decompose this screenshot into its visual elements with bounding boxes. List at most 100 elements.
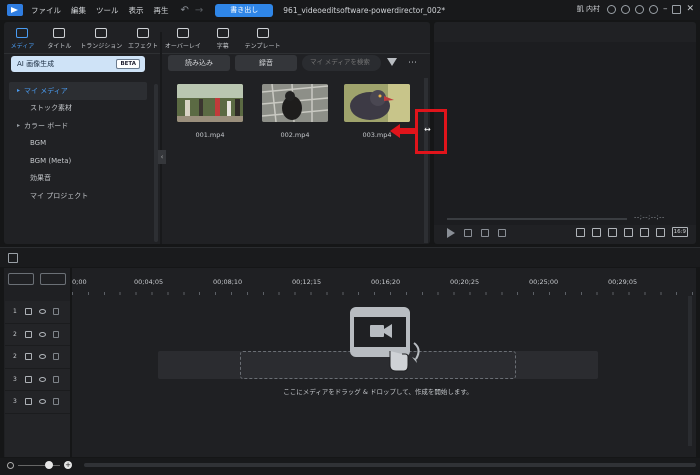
media-thumbnail-002[interactable] xyxy=(262,84,328,122)
visibility-icon[interactable] xyxy=(39,376,46,382)
timeline-toggle-icon[interactable] xyxy=(8,253,18,263)
ruler-label: 00;08;10 xyxy=(213,278,243,286)
timeline-tools xyxy=(8,273,66,285)
collapse-sidebar-button[interactable]: ‹ xyxy=(158,150,166,164)
timeline-ruler[interactable]: 0;00 00;04;05 00;08;10 00;12;15 00;16;20… xyxy=(72,278,694,292)
account-icon[interactable] xyxy=(606,4,616,14)
sidebar-item-color-board[interactable]: ▸ カラー ボード xyxy=(9,117,147,135)
stop-icon[interactable] xyxy=(464,229,472,237)
maximize-icon[interactable] xyxy=(672,4,682,14)
track-header[interactable]: 3 xyxy=(5,391,70,414)
sidebar-item-my-media[interactable]: ▸ マイ メディア xyxy=(9,82,147,100)
preview-tools: 16:9 xyxy=(575,227,688,237)
track-header[interactable]: 2 xyxy=(5,324,70,346)
snapshot-icon[interactable] xyxy=(591,227,601,237)
media-scrollbar[interactable] xyxy=(424,78,428,243)
sidebar-item-bgm[interactable]: BGM xyxy=(9,135,147,153)
timeline-horizontal-scrollbar[interactable] xyxy=(84,463,696,467)
tab-media[interactable]: メディア xyxy=(4,24,41,50)
media-thumbnail-001[interactable] xyxy=(177,84,243,122)
ruler-label: 00;16;20 xyxy=(371,278,401,286)
track-header[interactable]: 2 xyxy=(5,346,70,369)
zoom-out-icon[interactable] xyxy=(7,462,14,469)
notification-icon[interactable] xyxy=(620,4,630,14)
visibility-icon[interactable] xyxy=(39,399,46,405)
media-thumbnail-003[interactable] xyxy=(344,84,410,122)
previous-frame-icon[interactable] xyxy=(481,229,489,237)
timeline-divider[interactable] xyxy=(70,268,72,457)
sidebar-item-sound-effects[interactable]: 効果音 xyxy=(9,170,147,188)
ruler-ticks xyxy=(72,292,694,295)
redo-icon[interactable]: → xyxy=(195,5,203,16)
media-name-001: 001.mp4 xyxy=(195,131,225,139)
drag-drop-video-icon xyxy=(350,307,420,372)
sidebar-item-my-projects[interactable]: マイ プロジェクト xyxy=(9,187,147,205)
annotation-arrow xyxy=(390,124,416,138)
resize-handle-icon[interactable]: ↔ xyxy=(424,125,431,134)
filter-icon[interactable] xyxy=(387,58,397,66)
video-thumbnail-image xyxy=(262,84,328,122)
beta-badge: BETA xyxy=(116,59,140,69)
template-icon xyxy=(256,28,269,38)
preview-progress-bar[interactable] xyxy=(447,218,627,220)
panel-divider[interactable] xyxy=(160,32,162,244)
track-manager-icon[interactable] xyxy=(8,273,34,285)
ruler-label: 00;25;00 xyxy=(529,278,559,286)
timeline-vertical-scrollbar[interactable] xyxy=(688,296,692,446)
sidebar-item-label: 効果音 xyxy=(30,174,51,183)
tab-effect[interactable]: エフェクト xyxy=(125,24,162,50)
track-header[interactable]: 3 xyxy=(5,369,70,391)
preview-quality-icon[interactable] xyxy=(607,227,617,237)
import-button[interactable]: 読み込み xyxy=(168,55,230,71)
visibility-icon[interactable] xyxy=(39,309,46,315)
help-icon[interactable] xyxy=(648,4,658,14)
tab-subtitle[interactable]: 字幕 xyxy=(204,24,241,50)
zoom-in-icon[interactable]: + xyxy=(64,461,72,469)
menu-tools[interactable]: ツール xyxy=(96,5,119,16)
next-frame-icon[interactable] xyxy=(498,229,506,237)
subtitle-toggle-icon[interactable] xyxy=(623,227,633,237)
tab-template[interactable]: テンプレート xyxy=(241,24,284,50)
zoom-slider-handle[interactable] xyxy=(45,461,53,469)
fit-timeline-icon[interactable] xyxy=(40,273,66,285)
sidebar-item-bgm-meta[interactable]: BGM (Meta) xyxy=(9,152,147,170)
undock-icon[interactable] xyxy=(655,227,665,237)
visibility-icon[interactable] xyxy=(39,331,46,337)
undo-icon[interactable]: ↶ xyxy=(181,5,189,16)
minimize-icon[interactable]: – xyxy=(663,4,668,14)
lock-icon[interactable] xyxy=(53,398,59,406)
ruler-label: 00;12;15 xyxy=(292,278,322,286)
user-name[interactable]: 凱 内村 xyxy=(577,4,600,14)
sidebar-item-stock[interactable]: ストック素材 xyxy=(9,100,147,118)
zoom-slider[interactable] xyxy=(18,465,60,466)
volume-icon[interactable] xyxy=(575,227,585,237)
aspect-ratio-button[interactable]: 16:9 xyxy=(671,227,688,237)
tab-overlay[interactable]: オーバーレイ xyxy=(161,24,204,50)
tab-title[interactable]: タイトル xyxy=(41,24,78,50)
record-button[interactable]: 録音 xyxy=(235,55,297,71)
play-icon[interactable] xyxy=(447,228,455,238)
export-button[interactable]: 書き出し xyxy=(215,3,274,17)
settings-icon[interactable] xyxy=(634,4,644,14)
lock-icon[interactable] xyxy=(53,330,59,338)
tab-label: タイトル xyxy=(47,43,72,50)
tab-transition[interactable]: トランジション xyxy=(78,24,125,50)
menu-edit[interactable]: 編集 xyxy=(71,5,86,16)
lock-icon[interactable] xyxy=(53,308,59,316)
menu-view[interactable]: 表示 xyxy=(129,5,144,16)
media-search-input[interactable] xyxy=(302,55,381,71)
track-header[interactable]: 1 xyxy=(5,301,70,324)
zoom-icon[interactable] xyxy=(639,227,649,237)
menu-file[interactable]: ファイル xyxy=(31,5,61,16)
lock-icon[interactable] xyxy=(53,375,59,383)
close-icon[interactable]: ✕ xyxy=(686,4,694,14)
lock-icon[interactable] xyxy=(53,353,59,361)
tab-label: テンプレート xyxy=(244,43,281,50)
sidebar-item-label: カラー ボード xyxy=(24,121,69,130)
menu-play[interactable]: 再生 xyxy=(154,5,169,16)
ai-image-generate-button[interactable]: AI 画像生成 BETA xyxy=(11,56,145,72)
visibility-icon[interactable] xyxy=(39,354,46,360)
transition-icon xyxy=(95,28,108,38)
more-options-icon[interactable]: ⋯ xyxy=(408,58,417,68)
video-thumbnail-image xyxy=(177,84,243,122)
